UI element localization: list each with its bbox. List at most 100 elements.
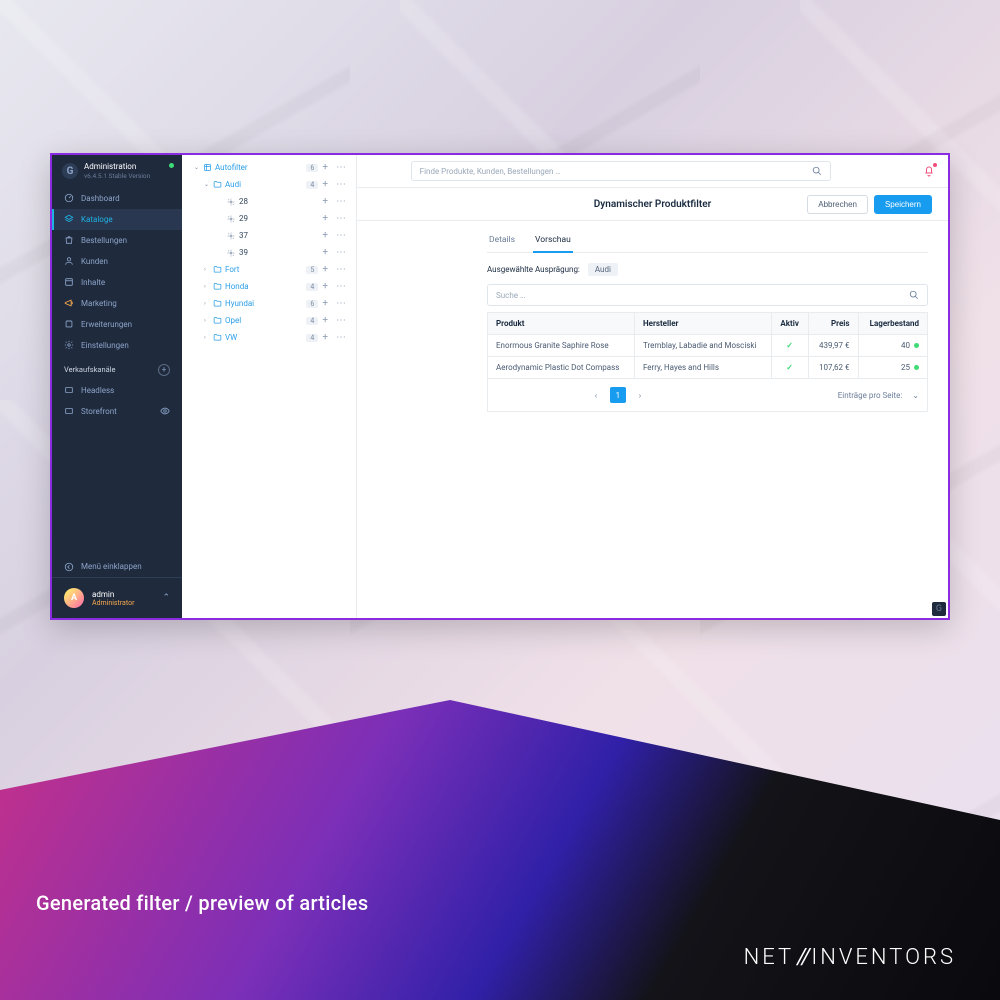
more-options-button[interactable]: ⋯: [332, 163, 350, 173]
add-channel-button[interactable]: +: [158, 364, 170, 376]
tree-node-label: Autofilter: [212, 163, 302, 172]
more-options-button[interactable]: ⋯: [332, 214, 350, 224]
avatar: A: [64, 588, 84, 608]
add-child-button[interactable]: +: [318, 248, 332, 258]
user-role: Administrator: [92, 599, 134, 607]
cell-price: 439,97 €: [808, 335, 858, 357]
add-child-button[interactable]: +: [318, 231, 332, 241]
more-options-button[interactable]: ⋯: [332, 231, 350, 241]
cell-product: Aerodynamic Plastic Dot Compass: [488, 357, 635, 379]
cancel-button[interactable]: Abbrechen: [807, 195, 868, 214]
more-options-button[interactable]: ⋯: [332, 265, 350, 275]
bag-icon: [64, 235, 74, 245]
col-price[interactable]: Preis: [808, 313, 858, 335]
tab-preview[interactable]: Vorschau: [533, 229, 573, 253]
count-badge: 6: [306, 300, 318, 308]
tree-node[interactable]: 28+⋯: [182, 193, 356, 210]
tree-node[interactable]: ›Hyundai6+⋯: [182, 295, 356, 312]
col-product[interactable]: Produkt: [488, 313, 635, 335]
nav-catalogs[interactable]: Kataloge: [52, 209, 182, 230]
tree-node[interactable]: ›Opel4+⋯: [182, 312, 356, 329]
tree-node[interactable]: 29+⋯: [182, 210, 356, 227]
folder-icon: [212, 265, 222, 274]
tab-details[interactable]: Details: [487, 229, 517, 252]
add-child-button[interactable]: +: [318, 282, 332, 292]
nav-dashboard[interactable]: Dashboard: [52, 188, 182, 209]
col-stock[interactable]: Lagerbestand: [858, 313, 928, 335]
tree-node[interactable]: ⌄Audi4+⋯: [182, 176, 356, 193]
tree-node[interactable]: 39+⋯: [182, 244, 356, 261]
folder-icon: [212, 299, 222, 308]
tree-node[interactable]: ⌄Autofilter6+⋯: [182, 159, 356, 176]
cell-manufacturer: Tremblay, Labadie and Mosciski: [634, 335, 771, 357]
add-child-button[interactable]: +: [318, 333, 332, 343]
nav-extensions[interactable]: Erweiterungen: [52, 314, 182, 335]
layers-icon: [64, 214, 74, 224]
add-child-button[interactable]: +: [318, 163, 332, 173]
nav-customers[interactable]: Kunden: [52, 251, 182, 272]
tree-node-label: Honda: [222, 282, 302, 291]
more-options-button[interactable]: ⋯: [332, 180, 350, 190]
stock-status-icon: [914, 365, 919, 370]
cell-stock: 25: [858, 357, 928, 379]
tree-node-label: 28: [236, 197, 318, 206]
gear-icon: [64, 340, 74, 350]
add-child-button[interactable]: +: [318, 316, 332, 326]
add-child-button[interactable]: +: [318, 299, 332, 309]
eye-icon[interactable]: [160, 406, 170, 416]
page-next[interactable]: ›: [632, 387, 648, 403]
cell-price: 107,62 €: [808, 357, 858, 379]
col-active[interactable]: Aktiv: [771, 313, 808, 335]
more-options-button[interactable]: ⋯: [332, 197, 350, 207]
nav-content[interactable]: Inhalte: [52, 272, 182, 293]
count-badge: 5: [306, 266, 318, 274]
table-search-input[interactable]: Suche …: [487, 284, 928, 306]
more-options-button[interactable]: ⋯: [332, 248, 350, 258]
tree-node[interactable]: ›Honda4+⋯: [182, 278, 356, 295]
per-page-select[interactable]: ⌄: [912, 391, 919, 400]
channel-storefront[interactable]: Storefront: [52, 401, 182, 422]
gear-icon: [226, 232, 236, 240]
tree-node[interactable]: ›VW4+⋯: [182, 329, 356, 346]
sidebar: G Administration v6.4.5.1 Stable Version…: [52, 155, 182, 618]
table-row[interactable]: Aerodynamic Plastic Dot CompassFerry, Ha…: [488, 357, 928, 379]
page-current[interactable]: 1: [610, 387, 626, 403]
selected-chip: Audi: [588, 263, 618, 276]
user-name: admin: [92, 590, 134, 599]
more-options-button[interactable]: ⋯: [332, 333, 350, 343]
col-manufacturer[interactable]: Hersteller: [634, 313, 771, 335]
table-row[interactable]: Enormous Granite Saphire RoseTremblay, L…: [488, 335, 928, 357]
selected-variant-row: Ausgewählte Ausprägung: Audi: [487, 263, 928, 276]
channel-headless[interactable]: Headless: [52, 380, 182, 401]
more-options-button[interactable]: ⋯: [332, 316, 350, 326]
corner-badge-icon: G: [932, 602, 946, 616]
content-icon: [64, 277, 74, 287]
tree-node[interactable]: ›Fort5+⋯: [182, 261, 356, 278]
more-options-button[interactable]: ⋯: [332, 282, 350, 292]
footer-brand: NET//INVENTORS: [744, 945, 956, 970]
selected-label: Ausgewählte Ausprägung:: [487, 265, 580, 274]
save-button[interactable]: Speichern: [874, 195, 932, 214]
caret-icon: ⌄: [204, 181, 212, 188]
more-options-button[interactable]: ⋯: [332, 299, 350, 309]
tree-node[interactable]: 37+⋯: [182, 227, 356, 244]
plugin-icon: [64, 319, 74, 329]
grid-icon: [202, 163, 212, 172]
add-child-button[interactable]: +: [318, 214, 332, 224]
page-prev[interactable]: ‹: [588, 387, 604, 403]
page-header: Dynamischer Produktfilter Abbrechen Spei…: [357, 187, 948, 221]
gauge-icon: [64, 193, 74, 203]
add-child-button[interactable]: +: [318, 265, 332, 275]
add-child-button[interactable]: +: [318, 180, 332, 190]
user-menu[interactable]: A admin Administrator ⌃: [52, 577, 182, 618]
nav-marketing[interactable]: Marketing: [52, 293, 182, 314]
global-search-input[interactable]: Finde Produkte, Kunden, Bestellungen …: [411, 161, 831, 181]
caret-icon: ›: [204, 317, 212, 324]
add-child-button[interactable]: +: [318, 197, 332, 207]
notifications-icon[interactable]: [922, 164, 936, 178]
nav-settings[interactable]: Einstellungen: [52, 335, 182, 356]
per-page-label: Einträge pro Seite:: [838, 391, 903, 400]
nav-orders[interactable]: Bestellungen: [52, 230, 182, 251]
collapse-menu-button[interactable]: Menü einklappen: [52, 556, 182, 577]
gear-icon: [226, 249, 236, 257]
